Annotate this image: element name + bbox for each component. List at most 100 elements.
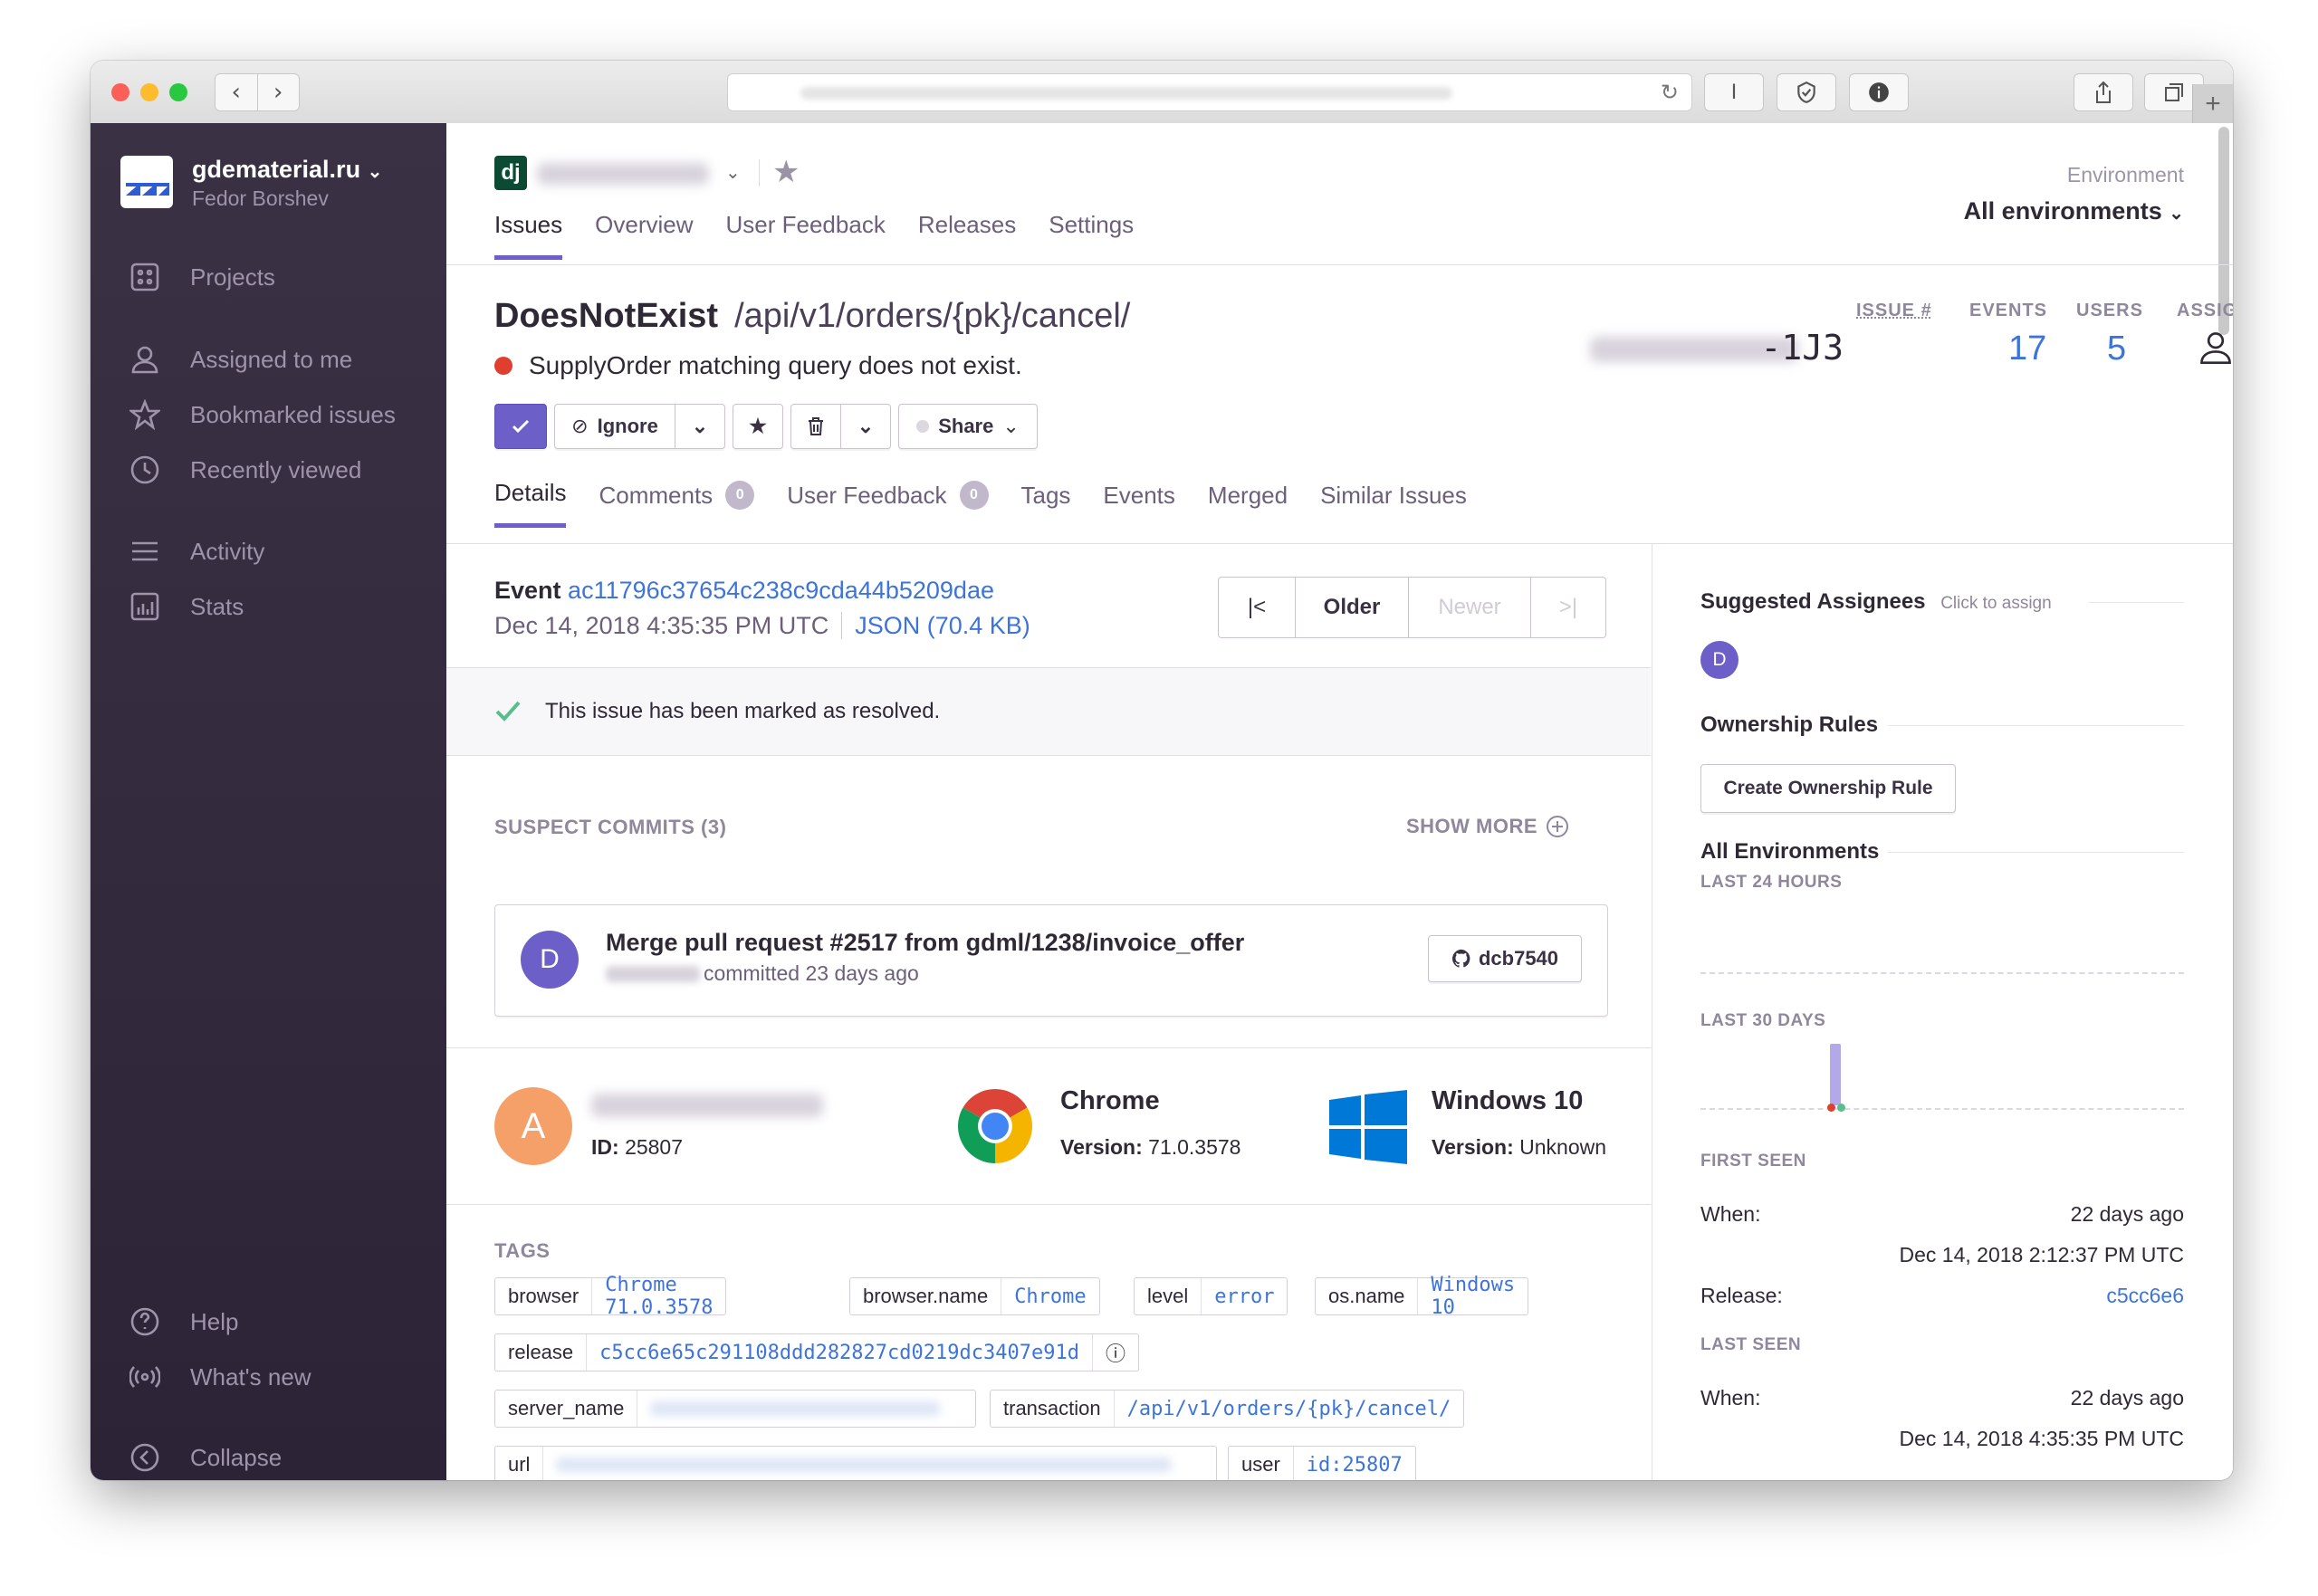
project-tabs: Issues Overview User Feedback Releases S… <box>494 211 1166 260</box>
sidebar-item-help[interactable]: Help <box>127 1304 238 1340</box>
tag-pill[interactable]: os.name Windows 10 <box>1315 1274 1529 1319</box>
issue-tabs: Details Comments 0 User Feedback 0 Tags Ev… <box>494 479 1499 528</box>
suggested-assignee-avatar[interactable]: D <box>1700 641 1738 679</box>
event-id-link[interactable]: ac11796c37654c238c9cda44b5209dae <box>568 577 994 604</box>
release-link[interactable]: c5cc6e6 <box>2106 1284 2184 1308</box>
share-status-dot <box>916 420 930 433</box>
delete-button[interactable] <box>790 404 841 449</box>
browser-version-value: 71.0.3578 <box>1148 1135 1241 1159</box>
bookmark-star-icon[interactable]: ★ <box>772 154 800 190</box>
maximize-window-button[interactable] <box>169 83 187 101</box>
delete-dropdown-button[interactable]: ⌄ <box>841 404 891 449</box>
minimize-window-button[interactable] <box>140 83 158 101</box>
create-ownership-rule-button[interactable]: Create Ownership Rule <box>1700 764 1956 813</box>
tab-similar-issues[interactable]: Similar Issues <box>1320 479 1467 528</box>
tab-tags[interactable]: Tags <box>1021 479 1071 528</box>
sidebar-item-whats-new[interactable]: What's new <box>127 1359 311 1395</box>
events-label: EVENTS <box>1969 301 2048 320</box>
tag-pill[interactable]: server_name <box>494 1390 976 1428</box>
check-icon <box>495 701 521 722</box>
sidebar-item-activity[interactable]: Activity <box>127 533 264 569</box>
project-name[interactable] <box>537 163 709 185</box>
tag-pill[interactable]: level error <box>1134 1277 1288 1315</box>
tab-issues[interactable]: Issues <box>494 211 563 260</box>
tag-pill[interactable]: user id:25807 <box>1228 1446 1416 1480</box>
info-icon[interactable] <box>1849 73 1909 111</box>
sidebar-item-assigned[interactable]: Assigned to me <box>127 341 352 377</box>
chevron-down-icon[interactable]: ⌄ <box>725 161 741 184</box>
share-button[interactable]: Share ⌄ <box>898 404 1038 449</box>
tag-value[interactable]: id:25807 <box>1294 1447 1415 1480</box>
divider <box>1888 725 2184 726</box>
org-name[interactable]: gdematerial.ru ⌄ <box>192 156 382 184</box>
issue-short-id[interactable]: -1J3 <box>1760 328 1844 368</box>
tab-details[interactable]: Details <box>494 479 567 528</box>
oldest-button[interactable]: |< <box>1219 578 1296 637</box>
tag-value[interactable] <box>637 1391 975 1427</box>
new-tab-icon[interactable]: + <box>2192 84 2233 123</box>
tag-value[interactable] <box>543 1447 1216 1480</box>
shield-icon[interactable] <box>1777 73 1836 111</box>
commit-row: D Merge pull request #2517 from gdml/123… <box>494 904 1608 1017</box>
tag-pill[interactable]: release c5cc6e65c291108ddd282827cd0219dc3… <box>494 1333 1139 1371</box>
older-label: Older <box>1323 595 1381 619</box>
tag-value[interactable]: c5cc6e65c291108ddd282827cd0219dc3407e91d <box>587 1334 1092 1371</box>
tag-value[interactable]: Chrome 71.0.3578 <box>592 1274 725 1319</box>
redacted-value <box>650 1401 941 1416</box>
sidebar-collapse[interactable]: Collapse <box>127 1439 282 1476</box>
tag-value[interactable]: error <box>1202 1278 1287 1314</box>
newer-button[interactable]: Newer <box>1409 578 1531 637</box>
tab-merged[interactable]: Merged <box>1208 479 1288 528</box>
tag-value[interactable]: /api/v1/orders/{pk}/cancel/ <box>1115 1391 1464 1427</box>
ignore-dropdown-button[interactable]: ⌄ <box>675 404 725 449</box>
tab-settings[interactable]: Settings <box>1049 211 1134 260</box>
show-more-button[interactable]: SHOW MORE <box>1406 814 1570 839</box>
tag-pill[interactable]: browser.name Chrome <box>849 1277 1100 1315</box>
last-seen-marker <box>1837 1104 1845 1112</box>
address-bar[interactable]: ↻ <box>727 73 1692 111</box>
resolved-notice: This issue has been marked as resolved. <box>446 667 1651 756</box>
sidebar-item-recent[interactable]: Recently viewed <box>127 452 361 488</box>
broadcast-icon <box>127 1359 163 1395</box>
tag-pill[interactable]: url <box>494 1446 1217 1480</box>
tab-overview[interactable]: Overview <box>595 211 693 260</box>
reader-icon[interactable]: I <box>1704 73 1764 111</box>
reload-icon[interactable]: ↻ <box>1661 80 1679 105</box>
error-level-icon <box>494 357 512 375</box>
tab-user-feedback[interactable]: User Feedback 0 <box>787 479 989 528</box>
bookmark-button[interactable]: ★ <box>733 404 783 449</box>
tag-key: level <box>1135 1278 1202 1314</box>
tab-comments[interactable]: Comments 0 <box>599 479 755 528</box>
org-logo[interactable] <box>120 156 173 208</box>
tag-pill[interactable]: browser Chrome 71.0.3578 <box>494 1274 727 1319</box>
close-window-button[interactable] <box>111 83 129 101</box>
newest-button[interactable]: >| <box>1531 578 1605 637</box>
sidebar-item-projects[interactable]: Projects <box>127 259 275 295</box>
assignee-selector[interactable]: ⌄ <box>2198 330 2233 366</box>
github-icon <box>1451 949 1470 968</box>
commit-sha-button[interactable]: dcb7540 <box>1428 935 1582 982</box>
tab-releases[interactable]: Releases <box>918 211 1016 260</box>
forward-icon[interactable]: › <box>258 74 300 110</box>
tag-value[interactable]: Chrome <box>1001 1278 1098 1314</box>
context-summary: A ID: 25807 Chrome Version: 71.0.3578 Wi… <box>446 1047 1651 1205</box>
ignore-button[interactable]: ⊘ Ignore <box>554 404 675 449</box>
json-link[interactable]: JSON (70.4 KB) <box>841 612 1030 639</box>
older-button[interactable]: Older <box>1296 578 1409 637</box>
share-icon[interactable] <box>2074 73 2133 111</box>
tag-value[interactable]: Windows 10 <box>1418 1274 1528 1319</box>
info-icon[interactable]: ⓘ <box>1091 1334 1138 1371</box>
resolve-button[interactable] <box>494 404 547 449</box>
events-count[interactable]: 17 <box>2008 330 2046 368</box>
sparkline-bar[interactable] <box>1830 1044 1841 1105</box>
tab-events[interactable]: Events <box>1103 479 1175 528</box>
sidebar-item-bookmarks[interactable]: Bookmarked issues <box>127 397 396 433</box>
users-count[interactable]: 5 <box>2107 330 2126 368</box>
project-logo[interactable]: dj <box>494 156 527 190</box>
back-icon[interactable]: ‹ <box>216 74 258 110</box>
sidebar-item-stats[interactable]: Stats <box>127 588 244 625</box>
environment-label: Environment <box>2066 163 2184 186</box>
tag-pill[interactable]: transaction/api/v1/orders/{pk}/cancel/ <box>990 1390 1465 1428</box>
tab-user-feedback[interactable]: User Feedback <box>726 211 886 260</box>
environment-selector[interactable]: All environments ⌄ <box>1964 197 2184 225</box>
